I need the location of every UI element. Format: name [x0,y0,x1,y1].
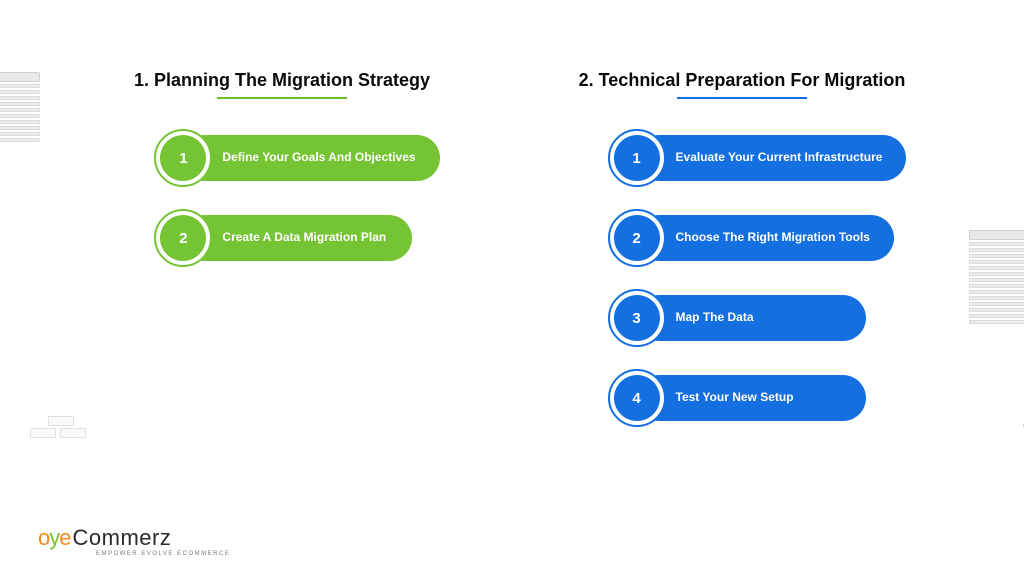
step-label: Map The Data [636,295,866,341]
step-label: Evaluate Your Current Infrastructure [636,135,907,181]
logo-letter-o: o [38,525,49,551]
step-item: 1 Define Your Goals And Objectives [154,129,439,187]
step-badge-ring: 1 [154,129,212,187]
column-technical: 2. Technical Preparation For Migration 1… [552,70,932,427]
step-number: 2 [614,215,660,261]
brand-logo: o y e Commerz EMPOWER EVOLVE ECOMMERCE [38,525,171,551]
step-number: 2 [160,215,206,261]
step-badge-ring: 3 [608,289,666,347]
step-item: 3 Map The Data [608,289,866,347]
steps-list: 1 Evaluate Your Current Infrastructure 2… [578,129,907,427]
diagram-container: 1. Planning The Migration Strategy 1 Def… [0,70,1024,427]
step-item: 2 Create A Data Migration Plan [154,209,412,267]
title-underline [217,97,347,99]
title-underline [677,97,807,99]
step-item: 4 Test Your New Setup [608,369,866,427]
logo-letter-e: e [59,525,70,551]
step-label: Test Your New Setup [636,375,866,421]
logo-letter-y: y [49,525,59,551]
steps-list: 1 Define Your Goals And Objectives 2 Cre… [124,129,439,267]
step-item: 1 Evaluate Your Current Infrastructure [608,129,907,187]
step-number: 1 [614,135,660,181]
column-title: 1. Planning The Migration Strategy [134,70,430,91]
column-title: 2. Technical Preparation For Migration [579,70,906,91]
step-item: 2 Choose The Right Migration Tools [608,209,894,267]
logo-tagline: EMPOWER EVOLVE ECOMMERCE [96,551,230,557]
logo-commerz: Commerz [73,525,172,551]
step-label: Choose The Right Migration Tools [636,215,894,261]
step-label: Create A Data Migration Plan [182,215,412,261]
step-number: 3 [614,295,660,341]
step-badge-ring: 2 [154,209,212,267]
step-badge-ring: 2 [608,209,666,267]
step-label: Define Your Goals And Objectives [182,135,439,181]
column-planning: 1. Planning The Migration Strategy 1 Def… [92,70,472,427]
step-number: 1 [160,135,206,181]
step-badge-ring: 1 [608,129,666,187]
step-number: 4 [614,375,660,421]
step-badge-ring: 4 [608,369,666,427]
logo-oye: o y e [38,525,71,551]
